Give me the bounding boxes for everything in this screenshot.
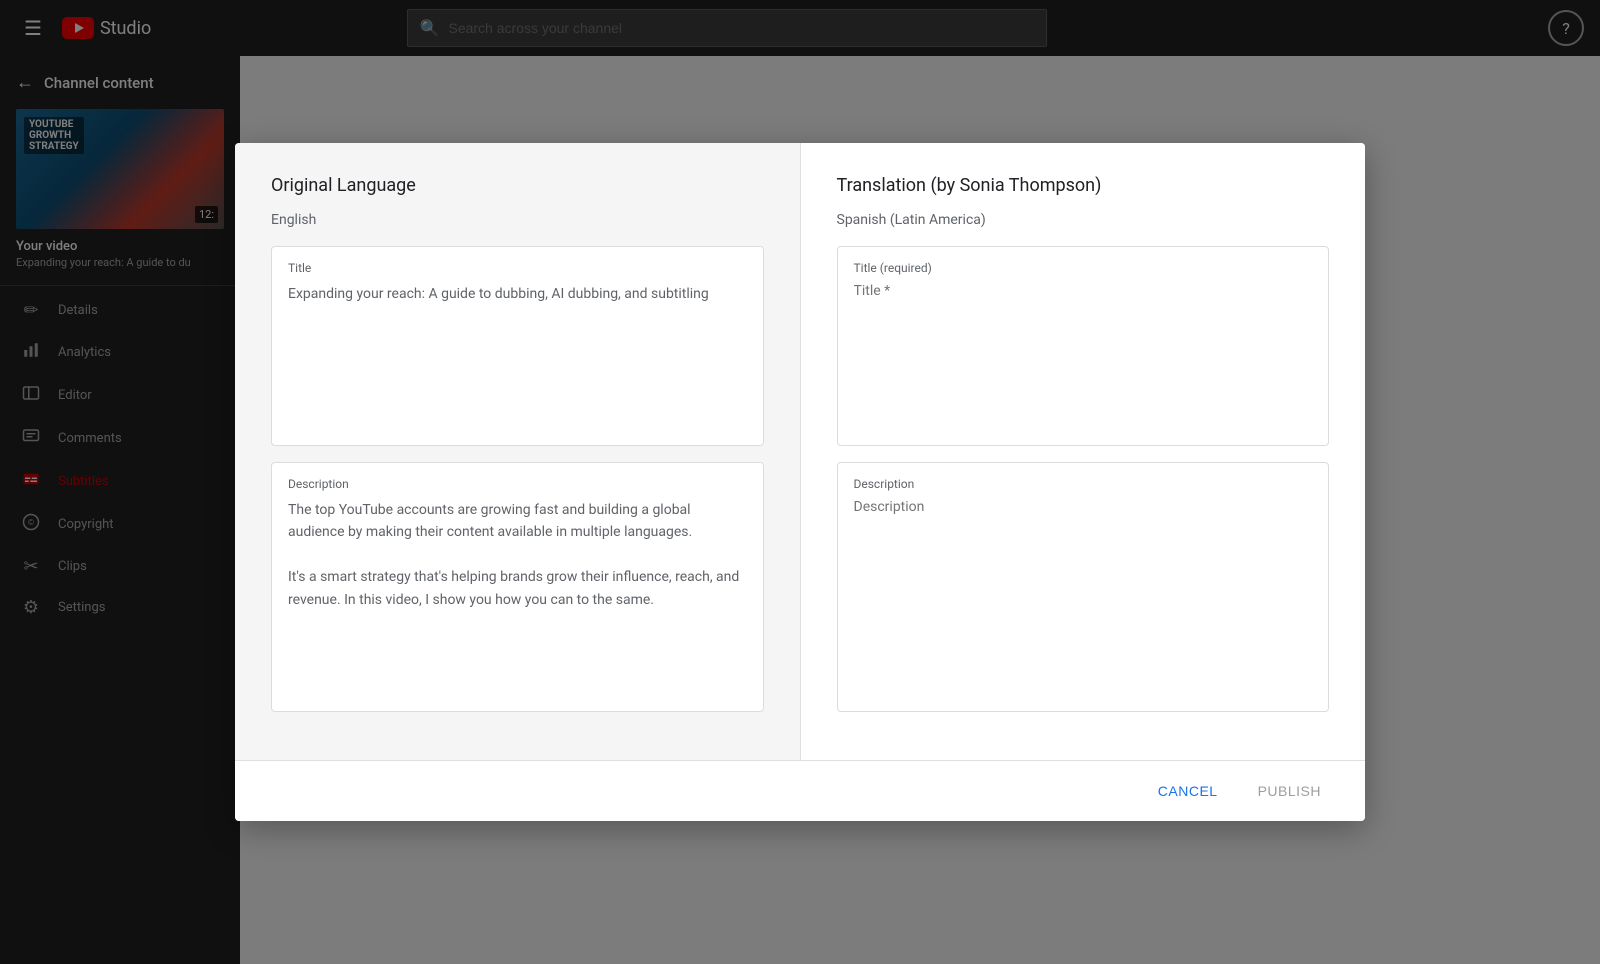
- original-desc-field: Description The top YouTube accounts are…: [271, 462, 764, 712]
- modal-overlay: Original Language English Title Expandin…: [0, 0, 1600, 964]
- original-title-value: Expanding your reach: A guide to dubbing…: [288, 283, 747, 305]
- original-language-title: Original Language: [271, 175, 764, 196]
- original-language-label: English: [271, 212, 764, 228]
- translation-title-input[interactable]: [854, 283, 1313, 411]
- modal-footer: CANCEL PUBLISH: [235, 760, 1365, 821]
- translation-modal: Original Language English Title Expandin…: [235, 143, 1365, 821]
- original-desc-label: Description: [288, 477, 747, 491]
- original-title-label: Title: [288, 261, 747, 275]
- modal-right-panel: Translation (by Sonia Thompson) Spanish …: [801, 143, 1366, 760]
- translation-desc-label: Description: [854, 477, 1313, 491]
- translation-lang-label: Spanish (Latin America): [837, 212, 1330, 228]
- original-title-field: Title Expanding your reach: A guide to d…: [271, 246, 764, 446]
- translation-desc-field: Description: [837, 462, 1330, 712]
- translation-title-field: Title (required): [837, 246, 1330, 446]
- translation-desc-input[interactable]: [854, 499, 1313, 691]
- modal-left-panel: Original Language English Title Expandin…: [235, 143, 801, 760]
- original-desc-value: The top YouTube accounts are growing fas…: [288, 499, 747, 611]
- translation-title: Translation (by Sonia Thompson): [837, 175, 1330, 196]
- cancel-button[interactable]: CANCEL: [1142, 775, 1234, 807]
- modal-body: Original Language English Title Expandin…: [235, 143, 1365, 760]
- publish-button[interactable]: PUBLISH: [1242, 775, 1337, 807]
- translation-title-label: Title (required): [854, 261, 1313, 275]
